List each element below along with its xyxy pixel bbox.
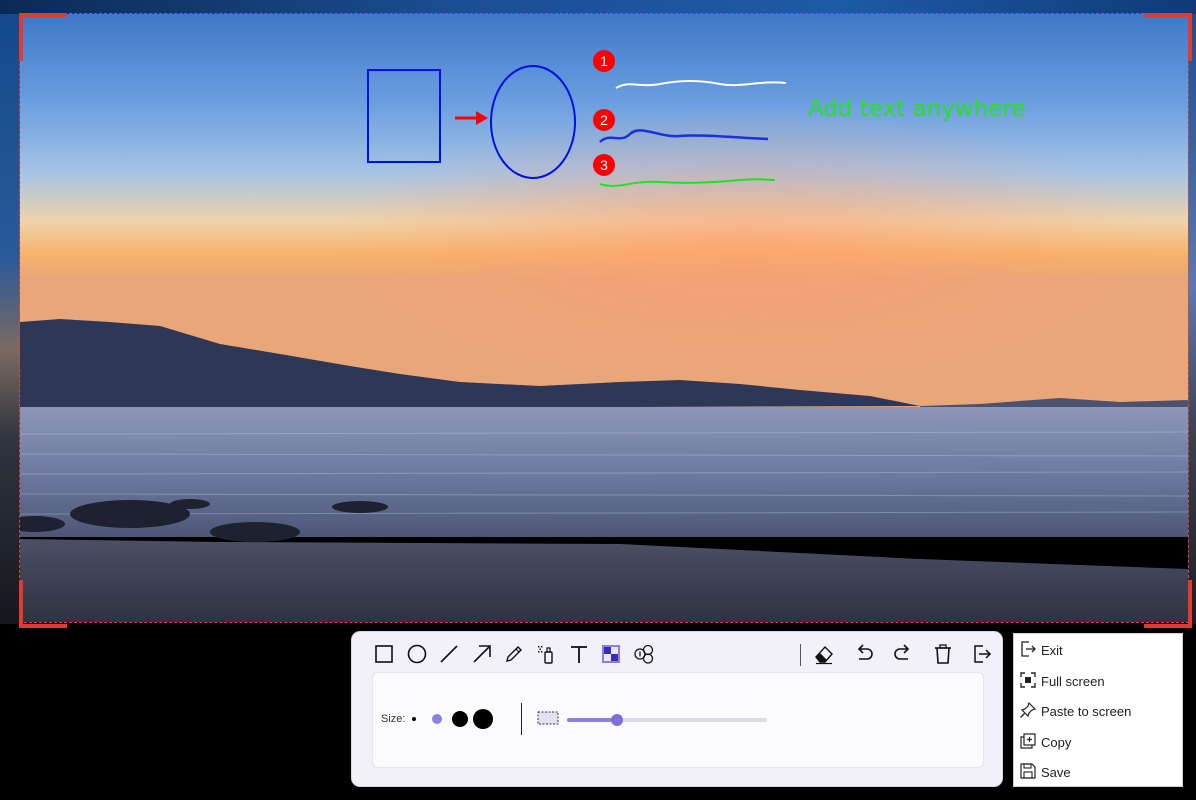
rectangle-tool-icon[interactable] — [370, 640, 398, 668]
desktop-background — [0, 0, 1196, 14]
desktop-background-right — [1188, 14, 1196, 624]
step-marker-2[interactable]: 2 — [593, 109, 615, 131]
mosaic-tool-icon[interactable] — [597, 640, 625, 668]
context-menu: Exit Full screen Paste to screen Copy Sa… — [1013, 633, 1183, 787]
svg-text:2: 2 — [600, 112, 608, 128]
ellipse-tool-icon[interactable] — [403, 640, 431, 668]
pencil-tool-icon[interactable] — [500, 640, 528, 668]
options-divider — [521, 703, 522, 735]
size-medium-option[interactable] — [452, 711, 468, 727]
slider-fill — [567, 718, 617, 722]
copy-icon — [1020, 733, 1036, 749]
redo-icon[interactable] — [889, 640, 917, 668]
annotation-toolbar: Size: — [352, 632, 1002, 786]
fullscreen-icon — [1020, 672, 1036, 688]
eraser-icon[interactable] — [810, 640, 838, 668]
tool-row — [366, 640, 992, 668]
size-xs-option[interactable] — [412, 717, 416, 721]
slider-thumb[interactable] — [611, 714, 623, 726]
svg-text:1: 1 — [600, 53, 608, 69]
menu-item-paste-to-screen[interactable]: Paste to screen — [1014, 695, 1182, 725]
menu-item-copy[interactable]: Copy — [1014, 726, 1182, 756]
line-tool-icon[interactable] — [435, 640, 463, 668]
desktop-background-left — [0, 14, 20, 624]
tool-options-panel: Size: — [372, 672, 984, 768]
mosaic-strength-slider[interactable] — [567, 714, 767, 726]
size-large-option[interactable] — [473, 709, 493, 729]
exit-icon — [1021, 641, 1036, 657]
text-tool-icon[interactable] — [565, 640, 593, 668]
size-small-option[interactable] — [432, 714, 442, 724]
export-icon[interactable] — [968, 640, 996, 668]
save-icon — [1020, 763, 1036, 779]
mosaic-blur-icon — [537, 711, 559, 725]
step-marker-3[interactable]: 3 — [593, 154, 615, 176]
menu-item-full-screen[interactable]: Full screen — [1014, 665, 1182, 695]
step-marker-1[interactable]: 1 — [593, 50, 615, 72]
pin-icon — [1020, 701, 1037, 718]
menu-item-exit[interactable]: Exit — [1014, 634, 1182, 664]
highlighter-tool-icon[interactable] — [532, 640, 560, 668]
toolbar-divider — [800, 644, 801, 666]
trash-icon[interactable] — [929, 640, 957, 668]
annotation-text[interactable]: Add text anywhere — [808, 96, 1025, 122]
undo-icon[interactable] — [850, 640, 878, 668]
menu-item-save[interactable]: Save — [1014, 756, 1182, 786]
size-label: Size: — [381, 713, 406, 725]
arrow-tool-icon[interactable] — [468, 640, 496, 668]
serial-number-tool-icon[interactable] — [630, 640, 658, 668]
svg-text:3: 3 — [600, 157, 608, 173]
